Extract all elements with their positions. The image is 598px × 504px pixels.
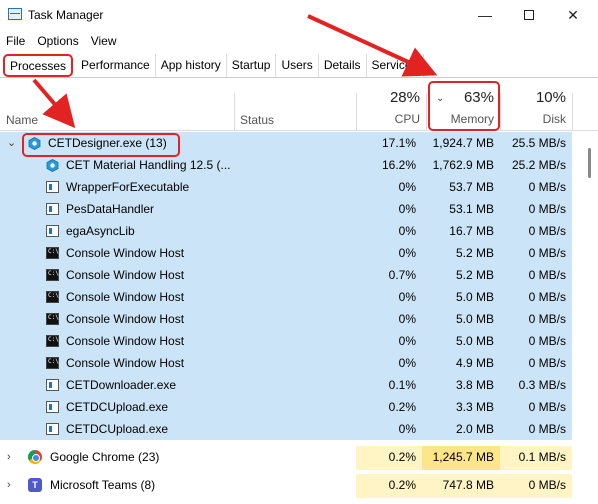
annotation-arrow-to-process: [32, 78, 76, 129]
annotation-arrows: [32, 14, 438, 129]
annotation-arrow-to-memory: [307, 14, 438, 77]
